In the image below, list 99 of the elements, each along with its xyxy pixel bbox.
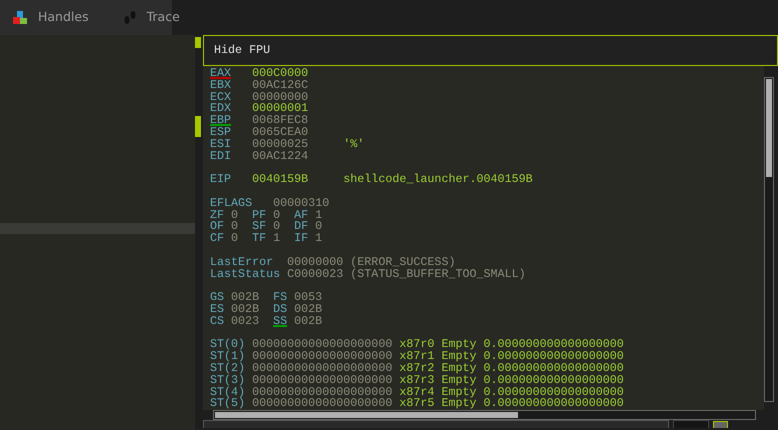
flag-value: 0 xyxy=(315,221,324,234)
register-name: ST(4) xyxy=(210,386,246,398)
register-name: ES xyxy=(210,304,226,316)
register-value: 0.000000000000000000 xyxy=(484,362,624,375)
segment-value: 0053 xyxy=(294,292,324,304)
register-name: ST(0) xyxy=(210,339,246,352)
command-field[interactable] xyxy=(203,420,669,428)
register-raw: 00000000000000000000 xyxy=(252,362,394,375)
segment-value: 002B xyxy=(294,304,324,316)
register-value: 00AC1224 xyxy=(252,150,310,162)
register-label: x87r4 xyxy=(399,386,436,398)
flag-value: 0 xyxy=(231,210,240,222)
flag-value: 0 xyxy=(231,221,240,234)
register-name: SS xyxy=(273,316,288,328)
vertical-scrollbar[interactable] xyxy=(764,77,774,402)
register-value: 00AC126C xyxy=(252,80,310,92)
register-raw: 00000000000000000000 xyxy=(252,398,394,410)
register-name: EBX xyxy=(210,80,232,92)
register-value: 00000001 xyxy=(252,103,310,116)
register-name: EAX xyxy=(210,68,232,80)
register-raw: 00000000000000000000 xyxy=(252,374,394,387)
flag-name: AF xyxy=(294,210,310,222)
register-tag: Empty xyxy=(441,362,484,375)
register-tag: Empty xyxy=(441,398,484,410)
gutter-marker xyxy=(195,116,201,137)
register-tag: Empty xyxy=(441,386,484,398)
register-comment: '%' xyxy=(343,138,364,151)
register-name: CS xyxy=(210,316,226,328)
register-label: x87r2 xyxy=(399,362,436,375)
register-raw: 00000000000000000000 xyxy=(252,351,394,363)
gutter-marker xyxy=(195,37,201,48)
register-label: x87r5 xyxy=(399,398,436,410)
hide-fpu-button[interactable]: Hide FPU xyxy=(214,42,270,60)
scrollbar-thumb[interactable] xyxy=(766,79,772,177)
register-name: FS xyxy=(273,292,288,304)
register-value: 0.000000000000000000 xyxy=(484,374,624,387)
toggle-box[interactable] xyxy=(713,421,728,428)
register-comment: shellcode_launcher.0040159B xyxy=(343,174,533,186)
flag-value: 0 xyxy=(273,221,282,234)
flag-name: SF xyxy=(252,221,268,234)
tab[interactable]: Trace xyxy=(110,8,180,27)
register-name: LastStatus xyxy=(210,268,282,280)
register-name: EFLAGS xyxy=(210,198,254,210)
dropdown-box[interactable] xyxy=(673,420,709,428)
register-name: DS xyxy=(273,304,288,316)
flag-name: TF xyxy=(252,233,268,245)
register-value: 0.000000000000000000 xyxy=(484,386,624,398)
register-value: 0068FEC8 xyxy=(252,115,310,127)
register-value: 000C0000 xyxy=(252,68,310,80)
register-label: x87r1 xyxy=(399,351,436,363)
register-name: ST(2) xyxy=(210,362,246,375)
register-value: 00000025 xyxy=(252,138,310,151)
register-raw: 00000000000000000000 xyxy=(252,386,394,398)
horizontal-scrollbar[interactable] xyxy=(213,410,756,420)
register-name: ST(3) xyxy=(210,374,246,387)
flag-value: 1 xyxy=(273,233,282,245)
register-value: 0040159B xyxy=(252,174,310,186)
register-value: 0.000000000000000000 xyxy=(484,398,624,410)
register-value: 0.000000000000000000 xyxy=(484,339,624,352)
register-name: EDX xyxy=(210,103,232,116)
register-name: EBP xyxy=(210,115,232,127)
segment-value: 0023 xyxy=(231,316,260,328)
register-name: ESP xyxy=(210,126,232,139)
flag-value: 0 xyxy=(231,233,240,245)
segment-value: 002B xyxy=(294,316,324,328)
flag-name: IF xyxy=(294,233,310,245)
flag-name: CF xyxy=(210,233,226,245)
register-value: 00000000 (ERROR_SUCCESS) xyxy=(287,256,456,269)
blocks-icon xyxy=(12,10,28,26)
flag-name: PF xyxy=(252,210,268,222)
register-name: ST(5) xyxy=(210,398,246,410)
segment-value: 002B xyxy=(231,304,260,316)
register-value: 00000000 xyxy=(252,92,310,104)
register-value: C0000023 (STATUS_BUFFER_TOO_SMALL) xyxy=(287,268,526,280)
register-tag: Empty xyxy=(441,351,484,363)
register-name: ECX xyxy=(210,92,232,104)
register-value: 0.000000000000000000 xyxy=(484,351,624,363)
register-name: ST(1) xyxy=(210,351,246,363)
register-value: 0065CEA0 xyxy=(252,126,310,139)
register-label: x87r0 xyxy=(399,339,436,352)
flag-name: OF xyxy=(210,221,226,234)
register-name: EIP xyxy=(210,174,232,186)
flag-value: 1 xyxy=(315,233,324,245)
flag-value: 0 xyxy=(273,210,282,222)
register-name: GS xyxy=(210,292,226,304)
register-label: x87r3 xyxy=(399,374,436,387)
register-name: ESI xyxy=(210,138,232,151)
footprints-icon xyxy=(122,10,137,26)
register-raw: 00000000000000000000 xyxy=(252,339,394,352)
register-tag: Empty xyxy=(441,339,484,352)
flag-name: DF xyxy=(294,221,310,234)
register-tag: Empty xyxy=(441,374,484,387)
scrollbar-thumb[interactable] xyxy=(215,412,518,418)
segment-value: 002B xyxy=(231,292,260,304)
register-value: 00000310 xyxy=(273,198,330,210)
register-name: LastError xyxy=(210,256,274,269)
flag-name: ZF xyxy=(210,210,226,222)
register-name: EDI xyxy=(210,150,232,162)
flag-value: 1 xyxy=(315,210,324,222)
